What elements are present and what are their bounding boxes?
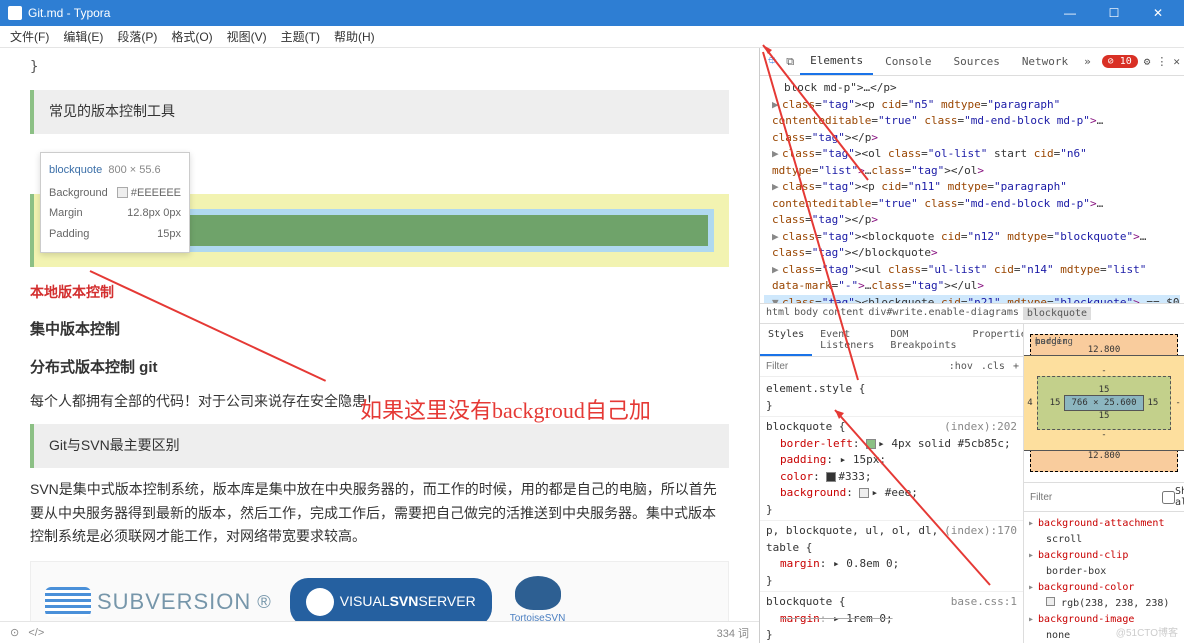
heading-distributed: 分布式版本控制 git [30,355,729,381]
menu-item[interactable]: 视图(V) [227,28,267,45]
styles-tab[interactable]: Event Listeners [812,324,882,356]
crumb[interactable]: content [822,307,864,320]
dom-node[interactable]: ▼class="tag"><blockquote cid="n21" mdtyp… [764,295,1180,304]
menu-item[interactable]: 段落(P) [117,28,157,45]
computed-row[interactable]: ▸background-attachmentscroll [1028,516,1180,548]
crumb[interactable]: div#write.enable-diagrams [868,307,1019,320]
crumb[interactable]: html [766,307,790,320]
word-count[interactable]: 334 词 [717,625,749,641]
breadcrumb[interactable]: html body content div#write.enable-diagrams… [760,303,1184,323]
window-titlebar: Git.md - Typora — ☐ ✕ [0,0,1184,26]
dom-node[interactable]: ▶class="tag"><ol class="ol-list" start c… [764,146,1180,179]
dom-tree[interactable]: block md-p">…</p>▶class="tag"><p cid="n5… [760,76,1184,303]
menu-item[interactable]: 帮助(H) [334,28,375,45]
crumb[interactable]: blockquote [1023,307,1091,320]
hov-toggle[interactable]: :hov [945,361,977,372]
window-title: Git.md - Typora [28,6,110,20]
devtools-tab[interactable]: Console [875,49,941,74]
styles-tab[interactable]: Properties [965,324,1024,356]
dom-node[interactable]: ▶class="tag"><p cid="n11" mdtype="paragr… [764,179,1180,229]
logo-visualsvn: VISUALSVNSERVER [290,578,492,626]
devtools-tabs: ⯐ ⧉ ElementsConsoleSourcesNetwork » ⊘ 10… [760,48,1184,76]
logo-tortoisesvn: TortoiseSVN [510,576,566,627]
computed-row[interactable]: ▸background-color rgb(238, 238, 238) [1028,580,1180,612]
app-icon [8,6,22,20]
logo-subversion: SUBVERSION® [45,583,272,620]
annotation-text: 如果这里没有backgroud自己加 [360,393,651,425]
dom-node[interactable]: block md-p">…</p> [764,80,1180,97]
styles-tab[interactable]: Styles [760,324,812,356]
element-inspector-tooltip: blockquote 800 × 55.6 Background #EEEEEE… [40,152,190,253]
add-rule-icon[interactable]: + [1009,361,1023,372]
showall-checkbox[interactable] [1162,491,1175,504]
error-badge[interactable]: ⊘ 10 [1102,55,1138,68]
css-rules[interactable]: element.style {}blockquote {(index):202b… [760,377,1023,643]
device-icon[interactable]: ⧉ [782,51,798,73]
crumb[interactable]: body [794,307,818,320]
close-button[interactable]: ✕ [1140,6,1176,20]
minimize-button[interactable]: — [1052,6,1088,20]
devtools-pane[interactable]: ⯐ ⧉ ElementsConsoleSourcesNetwork » ⊘ 10… [759,48,1184,643]
styles-tab[interactable]: DOM Breakpoints [882,324,964,356]
devtools-tab[interactable]: Elements [800,48,873,75]
styles-filter-input[interactable] [760,357,945,376]
more-tabs-icon[interactable]: » [1080,55,1095,68]
devtools-tab[interactable]: Sources [943,49,1009,74]
dom-node[interactable]: ▶class="tag"><blockquote cid="n12" mdtyp… [764,229,1180,262]
editor-pane[interactable]: } 常见的版本控制工具 blockquote 800 × 55.6 Backgr… [0,48,759,643]
settings-icon[interactable]: ⚙ [1144,55,1151,68]
computed-row[interactable]: ▸background-clipborder-box [1028,548,1180,580]
computed-filter-input[interactable] [1030,492,1162,503]
close-devtools-icon[interactable]: ✕ [1173,55,1180,68]
box-model: margin12.800 - border- 4 padding15 15 76… [1024,324,1184,482]
menubar: 文件(F) 编辑(E) 段落(P) 格式(O) 视图(V) 主题(T) 帮助(H) [0,26,1184,48]
maximize-button[interactable]: ☐ [1096,6,1132,20]
dom-node[interactable]: ▶class="tag"><p cid="n5" mdtype="paragra… [764,97,1180,147]
statusbar: ⊙ </> 334 词 [0,621,759,643]
cls-toggle[interactable]: .cls [977,361,1009,372]
kebab-icon[interactable]: ⋮ [1156,55,1167,68]
heading-central: 集中版本控制 [30,317,729,343]
menu-item[interactable]: 编辑(E) [63,28,103,45]
outline-toggle-icon[interactable]: ⊙ </> [10,626,44,639]
paragraph: SVN是集中式版本控制系统，版本库是集中放在中央服务器的，而工作的时候，用的都是… [30,478,729,549]
css-rule[interactable]: blockquote {base.css:1margin: ▸ 1rem 0;} [760,592,1023,643]
css-rule[interactable]: blockquote {(index):202border-left: ▸ 4p… [760,417,1023,521]
code-brace: } [30,56,729,80]
dom-node[interactable]: ▶class="tag"><ul class="ul-list" cid="n1… [764,262,1180,295]
menu-item[interactable]: 格式(O) [171,28,212,45]
css-rule[interactable]: p, blockquote, ul, ol, dl, table {(index… [760,521,1023,592]
blockquote-diff[interactable]: Git与SVN最主要区别 [30,424,729,468]
menu-item[interactable]: 主题(T) [281,28,320,45]
inspect-icon[interactable]: ⯐ [764,48,780,75]
watermark: @51CTO博客 [1116,624,1178,639]
css-rule[interactable]: element.style {} [760,379,1023,417]
devtools-tab[interactable]: Network [1012,49,1078,74]
styles-tabs: StylesEvent ListenersDOM BreakpointsProp… [760,324,1023,357]
blockquote-tools[interactable]: 常见的版本控制工具 [30,90,729,134]
menu-item[interactable]: 文件(F) [10,28,49,45]
